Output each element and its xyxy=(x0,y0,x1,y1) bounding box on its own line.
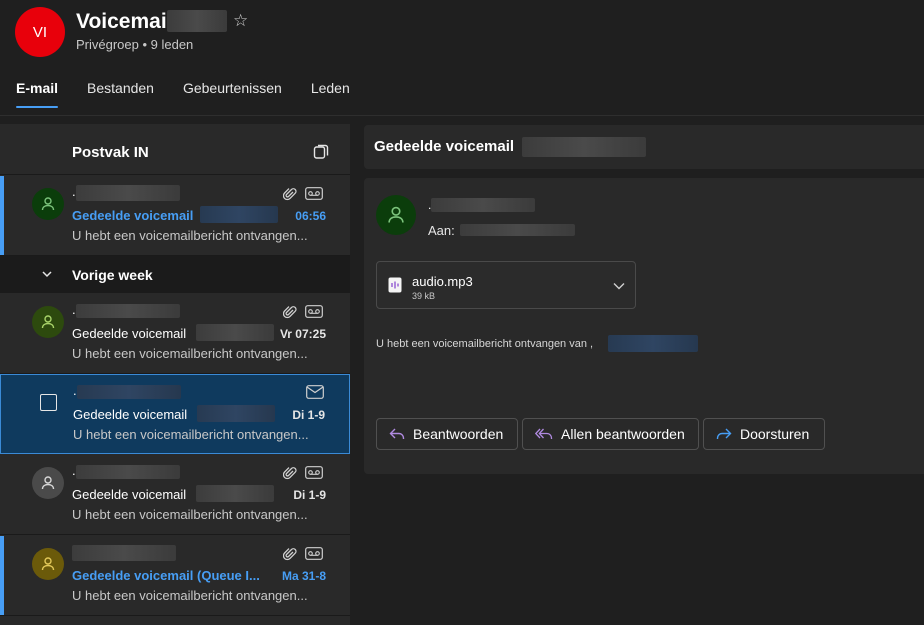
message-body: U hebt een voicemailbericht ontvangen va… xyxy=(376,338,594,350)
sender: . xyxy=(72,463,180,479)
sender: . xyxy=(72,184,180,201)
redacted-caller xyxy=(608,335,698,352)
attachment-name: audio.mp3 xyxy=(412,274,473,289)
tab-members[interactable]: Leden xyxy=(311,80,350,108)
reply-all-button[interactable]: Allen beantwoorden xyxy=(522,418,699,450)
redacted-subject xyxy=(196,324,274,341)
to-label: Aan: xyxy=(428,223,455,238)
voicemail-icon xyxy=(305,547,323,560)
person-icon xyxy=(41,476,55,490)
chevron-down-icon[interactable] xyxy=(613,281,625,291)
sender xyxy=(72,544,176,561)
subject: Gedeelde voicemail xyxy=(73,407,188,422)
reply-all-icon xyxy=(535,428,553,439)
reply-label: Beantwoorden xyxy=(413,426,504,442)
attachment-icon xyxy=(283,548,297,561)
person-icon xyxy=(41,197,55,211)
person-icon xyxy=(41,315,55,329)
subject: Gedeelde voicemail (Queue I... xyxy=(72,568,260,583)
redacted-recipient xyxy=(460,224,575,236)
select-mode-icon[interactable] xyxy=(313,144,329,160)
redacted-subject xyxy=(196,485,274,502)
folder-title: Postvak IN xyxy=(72,144,149,161)
select-checkbox[interactable] xyxy=(40,394,57,411)
preview: U hebt een voicemailbericht ontvangen... xyxy=(72,507,308,522)
preview: U hebt een voicemailbericht ontvangen... xyxy=(72,588,308,603)
list-item[interactable]: Gedeelde voicemail (Queue I... Ma 31-8 U… xyxy=(0,536,350,616)
mark-as-read-icon[interactable] xyxy=(306,385,324,399)
audio-file-icon xyxy=(388,277,402,293)
group-tabs: E-mail Bestanden Gebeurtenissen Leden xyxy=(16,80,379,108)
redacted-title xyxy=(167,10,227,32)
group-avatar[interactable]: VI xyxy=(15,7,65,57)
subject: Gedeelde voicemail xyxy=(72,326,187,341)
reading-subject: Gedeelde voicemail xyxy=(374,138,515,155)
avatar xyxy=(32,548,64,580)
tab-events[interactable]: Gebeurtenissen xyxy=(183,80,282,108)
attachment-icon xyxy=(283,306,297,319)
date-group-header[interactable]: Vorige week xyxy=(0,256,350,293)
tab-files[interactable]: Bestanden xyxy=(87,80,154,108)
list-item-selected[interactable]: . Gedeelde voicemail Di 1-9 U hebt een v… xyxy=(0,374,350,454)
sender: . xyxy=(73,383,181,399)
group-label: Vorige week xyxy=(72,267,153,283)
avatar xyxy=(32,306,64,338)
redacted-subject xyxy=(522,137,646,157)
reply-all-label: Allen beantwoorden xyxy=(561,426,685,442)
avatar xyxy=(32,188,64,220)
attachment-icon xyxy=(283,467,297,480)
reading-subject-bar: Gedeelde voicemail xyxy=(364,125,924,169)
preview: U hebt een voicemailbericht ontvangen... xyxy=(72,346,308,361)
reply-button[interactable]: Beantwoorden xyxy=(376,418,518,450)
redacted-subject xyxy=(197,405,275,422)
list-item[interactable]: . Gedeelde voicemail 06:56 U hebt een vo… xyxy=(0,176,350,256)
voicemail-icon xyxy=(305,466,323,479)
received-time: Ma 31-8 xyxy=(281,569,326,583)
attachment-size: 39 kB xyxy=(412,291,436,301)
list-item[interactable]: . Gedeelde voicemail Di 1-9 U hebt een v… xyxy=(0,455,350,535)
reply-icon xyxy=(389,428,405,439)
received-time: Di 1-9 xyxy=(293,488,326,502)
sender-name[interactable]: . xyxy=(428,196,538,212)
forward-button[interactable]: Doorsturen xyxy=(703,418,825,450)
attachment-icon xyxy=(283,188,297,201)
star-icon[interactable]: ☆ xyxy=(233,11,248,31)
sender: . xyxy=(72,302,180,318)
preview: U hebt een voicemailbericht ontvangen... xyxy=(73,427,309,442)
received-time: 06:56 xyxy=(295,209,326,223)
voicemail-icon xyxy=(305,187,323,200)
subject: Gedeelde voicemail xyxy=(72,487,187,502)
voicemail-icon xyxy=(305,305,323,318)
forward-label: Doorsturen xyxy=(740,426,810,442)
person-icon xyxy=(388,206,404,223)
list-header: Postvak IN xyxy=(0,124,350,175)
group-title: Voicemail xyxy=(76,10,173,33)
sender-avatar[interactable] xyxy=(376,195,416,235)
message-card: . Aan: audio.mp3 39 kB U hebt een voicem… xyxy=(364,178,924,474)
forward-icon xyxy=(716,428,732,439)
chevron-down-icon xyxy=(42,271,52,278)
received-time: Vr 07:25 xyxy=(279,327,326,341)
preview: U hebt een voicemailbericht ontvangen... xyxy=(72,228,308,243)
attachment-card[interactable]: audio.mp3 39 kB xyxy=(376,261,636,309)
redacted-subject xyxy=(200,206,278,223)
group-subtitle: Privégroep • 9 leden xyxy=(76,37,194,52)
avatar xyxy=(32,467,64,499)
received-time: Di 1-9 xyxy=(292,408,325,422)
group-header: VI Voicemail ☆ Privégroep • 9 leden E-ma… xyxy=(0,0,924,116)
subject: Gedeelde voicemail xyxy=(72,208,194,223)
tab-email[interactable]: E-mail xyxy=(16,80,59,108)
person-icon xyxy=(41,557,55,571)
list-item[interactable]: . Gedeelde voicemail Vr 07:25 U hebt een… xyxy=(0,294,350,374)
message-list: Postvak IN . Gedeelde voicemail 06:56 U … xyxy=(0,124,350,625)
